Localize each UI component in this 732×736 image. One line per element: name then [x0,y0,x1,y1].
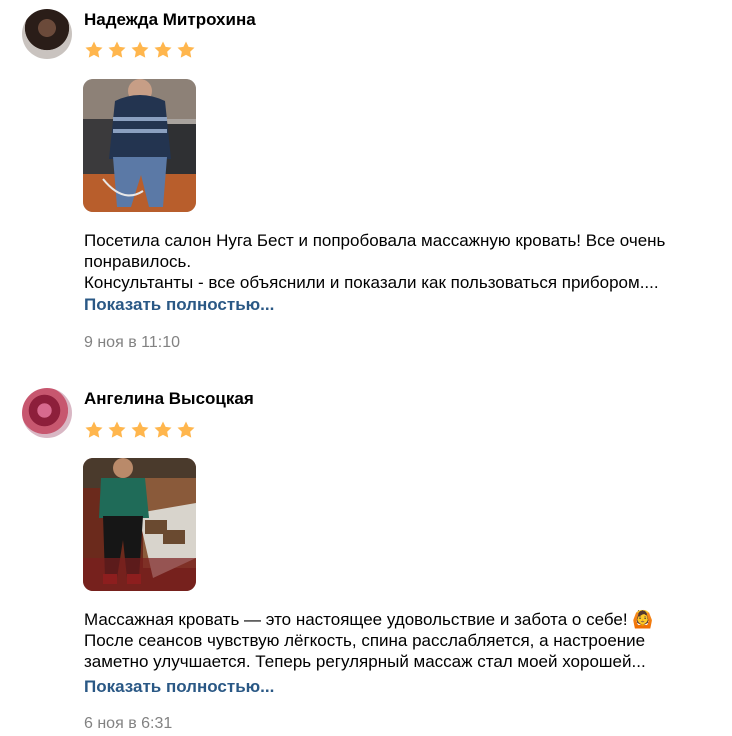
rating-stars [84,420,196,442]
review-text: Посетила салон Нуга Бест и попробовала м… [84,230,724,293]
review-photo[interactable] [83,79,196,212]
review-date[interactable]: 6 ноя в 6:31 [84,715,172,733]
show-more-link[interactable]: Показать полностью... [84,295,274,315]
avatar[interactable] [22,388,72,438]
review-photo[interactable] [83,458,196,591]
review-text-line: Посетила салон Нуга Бест и попробовала м… [84,231,666,250]
star-icon [177,41,195,58]
star-icon [85,421,103,438]
star-icon [85,41,103,58]
review-author[interactable]: Ангелина Высоцкая [84,389,254,409]
star-icon [108,421,126,438]
review-text-line: Массажная кровать — это настоящее удовол… [84,610,654,629]
rating-stars [84,40,196,62]
star-icon [154,421,172,438]
star-icon [177,421,195,438]
star-icon [108,41,126,58]
star-icon [131,421,149,438]
review-date[interactable]: 9 ноя в 11:10 [84,334,180,352]
show-more-link[interactable]: Показать полностью... [84,677,274,697]
review-text-line: Консультанты - все объяснили и показали … [84,273,659,292]
review-text-line: заметно улучшается. Теперь регулярный ма… [84,652,646,671]
review-text: Массажная кровать — это настоящее удовол… [84,609,724,672]
star-icon [131,41,149,58]
star-icon [154,41,172,58]
review-text-line: После сеансов чувствую лёгкость, спина р… [84,631,646,650]
review-text-line: понравилось. [84,252,192,271]
avatar[interactable] [22,9,72,59]
review-author[interactable]: Надежда Митрохина [84,10,256,30]
